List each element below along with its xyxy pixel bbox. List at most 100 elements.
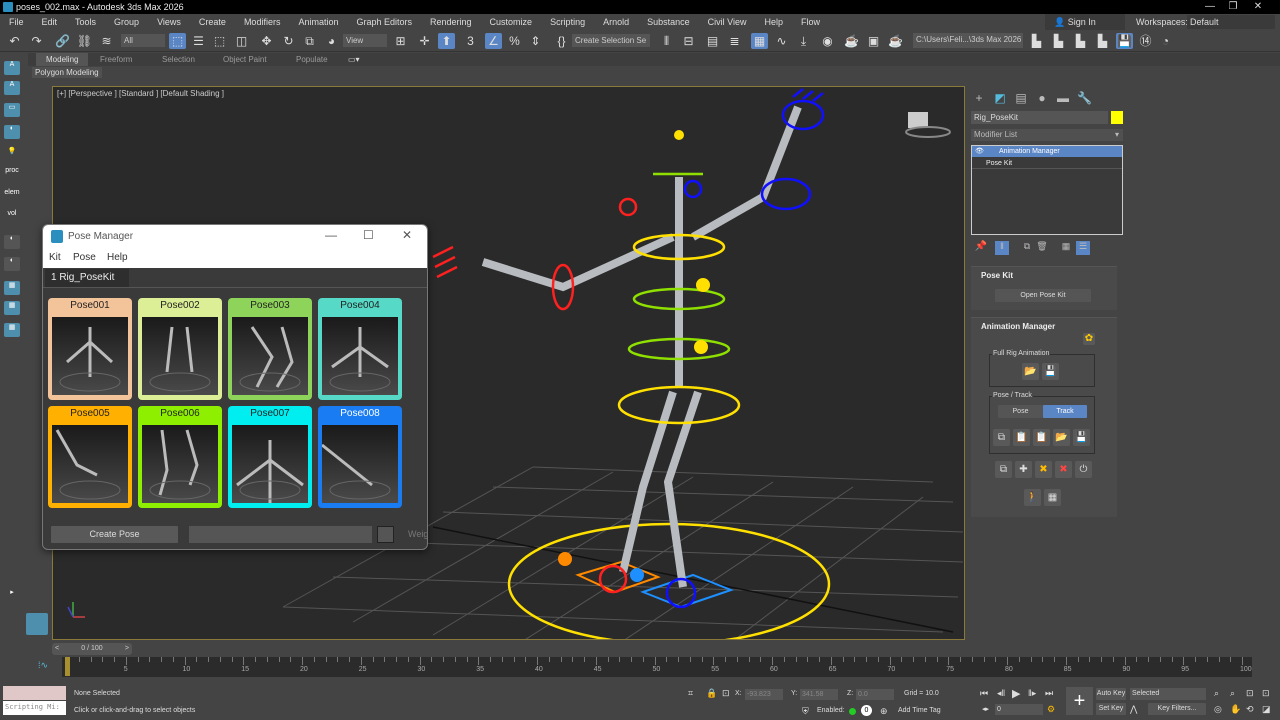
eye-icon[interactable]: 👁 (975, 146, 984, 157)
remove-modifier-icon[interactable]: 🗑 (1035, 241, 1049, 255)
animation-manager-title[interactable]: Animation Manager (981, 322, 1055, 331)
show-end-result-icon[interactable]: ‖ (995, 241, 1009, 255)
pose-card-pose001[interactable]: Pose001 (48, 298, 132, 400)
snaps-toggle-icon[interactable]: 3 (462, 33, 479, 49)
window-crossing-icon[interactable]: ◫ (233, 33, 250, 49)
paste-special-icon[interactable]: 📋 (1033, 429, 1050, 446)
menu-pose[interactable]: Pose (73, 252, 96, 263)
pose-card-pose007[interactable]: Pose007 (228, 406, 312, 508)
time-slider[interactable]: <0 / 100 > (52, 643, 132, 655)
y-coordinate-field[interactable]: 341.58 (800, 689, 838, 700)
pose-toggle[interactable]: Pose (998, 405, 1043, 418)
track-toggle[interactable]: Track (1043, 405, 1087, 418)
orbit-icon[interactable]: ⟲ (1246, 704, 1254, 715)
pose-card-pose004[interactable]: Pose004 (318, 298, 402, 400)
project-path-dropdown[interactable]: C:\Users\Feli...\3ds Max 2026 (913, 33, 1023, 48)
align-icon[interactable]: ⊟ (680, 33, 697, 49)
zoom-extents-all-icon[interactable]: ⊡ (1262, 688, 1270, 699)
modifier-list-dropdown[interactable]: Modifier List ▾ (971, 129, 1123, 141)
tab-freeform[interactable]: Freeform (100, 55, 132, 64)
rotate-icon[interactable]: ↻ (280, 33, 297, 49)
menu-scripting[interactable]: Scripting (541, 17, 594, 27)
rect-selection-icon[interactable]: ⬚ (211, 33, 228, 49)
toolbar-icon-4[interactable]: ◐ (4, 125, 20, 139)
pose-card-pose006[interactable]: Pose006 (138, 406, 222, 508)
load-folder-icon[interactable]: 📂 (1022, 363, 1039, 380)
open-folder-icon[interactable]: 📂 (1053, 429, 1070, 446)
menu-tools[interactable]: Tools (66, 17, 105, 27)
set-key-button[interactable]: Set Key (1096, 703, 1126, 715)
select-keys-icon[interactable]: ⧉ (995, 461, 1012, 478)
time-cursor[interactable] (65, 657, 70, 676)
edit-named-selection-icon[interactable]: {} (553, 33, 570, 49)
go-to-end-icon[interactable]: ⏭ (1045, 688, 1053, 699)
menu-views[interactable]: Views (148, 17, 190, 27)
add-key-icon[interactable]: ✚ (1015, 461, 1032, 478)
x-coordinate-field[interactable]: -93.823 (745, 689, 783, 700)
object-name-field[interactable]: Rig_PoseKit (971, 111, 1108, 124)
vol-icon[interactable]: vol (4, 210, 20, 224)
undo-icon[interactable]: ↶ (6, 33, 23, 49)
keyboard-shortcut-toggle-icon[interactable]: ⬆ (438, 33, 455, 49)
restore-button[interactable]: ❐ (1226, 1, 1240, 13)
previous-frame-icon[interactable]: ◂‖ (997, 688, 1005, 699)
set-key-big-icon[interactable]: + (1066, 687, 1093, 715)
light-icon[interactable]: 💡 (4, 147, 20, 161)
pivot-icon[interactable]: ⊞ (392, 33, 409, 49)
enabled-indicator[interactable] (849, 708, 856, 715)
toolbar-icon-12[interactable]: ▦ (4, 301, 20, 315)
pan-icon[interactable]: ✋ (1230, 704, 1241, 715)
pose-kit-title[interactable]: Pose Kit (981, 271, 1013, 280)
expand-icon[interactable]: ▸ (4, 588, 20, 602)
menu-flow[interactable]: Flow (792, 17, 829, 27)
next-frame-icon[interactable]: ‖▸ (1028, 688, 1036, 699)
prev-frame-icon[interactable]: < (55, 643, 59, 655)
next-frame-icon[interactable]: > (125, 643, 129, 655)
maximize-button[interactable]: ☐ (363, 228, 374, 242)
unlink-icon[interactable]: ⛓ (76, 33, 93, 49)
curve-editor-icon[interactable]: ∿ (773, 33, 790, 49)
menu-customize[interactable]: Customize (481, 17, 542, 27)
remove-key-yellow-icon[interactable]: ✖ (1035, 461, 1052, 478)
menu-kit[interactable]: Kit (49, 252, 61, 263)
menu-graph-editors[interactable]: Graph Editors (347, 17, 421, 27)
open-pose-kit-button[interactable]: Open Pose Kit (995, 289, 1091, 302)
elem-icon[interactable]: elem (4, 189, 20, 203)
selection-filter-dropdown[interactable]: All (121, 34, 165, 47)
render-icon[interactable]: ☕ (887, 33, 904, 49)
settings-gear-icon[interactable]: ✿ (1083, 333, 1095, 345)
menu-rendering[interactable]: Rendering (421, 17, 481, 27)
minimize-button[interactable]: — (325, 228, 337, 242)
time-tag-count-icon[interactable]: 0 (861, 705, 872, 716)
project-icon-4[interactable]: ▙ (1094, 33, 1111, 49)
pose-card-pose005[interactable]: Pose005 (48, 406, 132, 508)
named-selection-dropdown[interactable]: Create Selection Se (572, 34, 650, 47)
hierarchy-tab-icon[interactable]: ▤ (1014, 91, 1028, 105)
tab-selection[interactable]: Selection (162, 55, 195, 64)
toolbar-icon-10[interactable]: ◐ (4, 257, 20, 271)
walk-icon[interactable]: 🚶 (1024, 489, 1041, 506)
time-tag-icon[interactable]: ⊕ (880, 706, 888, 717)
zoom-all-icon[interactable]: ⌕ (1230, 688, 1235, 699)
configure-sets-icon[interactable]: ▦ (1059, 241, 1073, 255)
bind-space-warp-icon[interactable]: ≋ (98, 33, 115, 49)
proc-icon[interactable]: proc (4, 167, 20, 181)
menu-group[interactable]: Group (105, 17, 148, 27)
play-icon[interactable]: ▶ (1012, 687, 1020, 700)
spinner-snap-icon[interactable]: ⇕ (527, 33, 544, 49)
auto-key-button[interactable]: Auto Key (1096, 688, 1126, 700)
workspace-dropdown[interactable]: Default (1187, 15, 1275, 29)
modifier-list-toggle-icon[interactable]: ☰ (1076, 241, 1090, 255)
field-of-view-icon[interactable]: ◎ (1214, 704, 1222, 715)
tab-modeling[interactable]: Modeling (36, 53, 89, 66)
maxscript-input[interactable]: Scripting Mi: (3, 701, 66, 715)
scale-icon[interactable]: ⧉ (301, 33, 318, 49)
menu-help[interactable]: Help (107, 252, 128, 263)
paste-icon[interactable]: 📋 (1013, 429, 1030, 446)
add-time-tag-button[interactable]: Add Time Tag (898, 707, 941, 714)
power-icon[interactable]: ⏻ (1075, 461, 1092, 478)
display-tab-icon[interactable]: ▬ (1056, 91, 1070, 105)
layer-explorer-icon[interactable]: ≣ (726, 33, 743, 49)
grid-icon[interactable]: ▦ (1044, 489, 1061, 506)
project-icon-2[interactable]: ▙ (1050, 33, 1067, 49)
